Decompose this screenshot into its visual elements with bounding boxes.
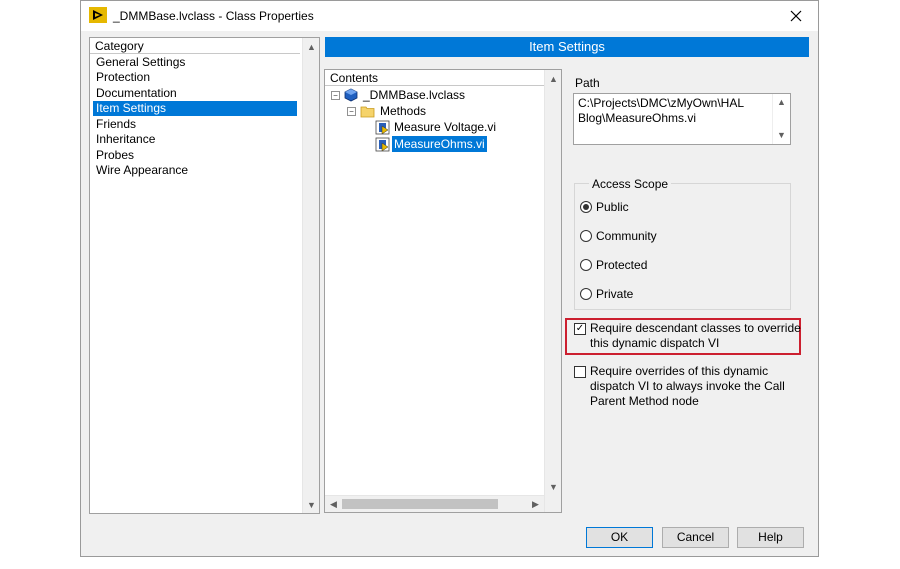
radio-community[interactable]: Community	[580, 229, 657, 243]
path-field[interactable]: C:\Projects\DMC\zMyOwn\HAL Blog\MeasureO…	[573, 93, 791, 145]
category-item-general-settings[interactable]: General Settings	[93, 55, 297, 70]
category-scrollbar[interactable]: ▲ ▼	[302, 38, 319, 513]
help-button[interactable]: Help	[737, 527, 804, 548]
tree-label-measure-voltage: Measure Voltage.vi	[394, 120, 497, 134]
tree-label-methods: Methods	[380, 104, 427, 118]
require-call-parent-label: Require overrides of this dynamic dispat…	[590, 364, 785, 408]
contents-horizontal-scrollbar[interactable]: ◀ ▶	[325, 495, 544, 512]
category-item-wire-appearance[interactable]: Wire Appearance	[93, 163, 297, 178]
radio-protected[interactable]: Protected	[580, 258, 647, 272]
item-settings-title-bar: Item Settings	[325, 37, 809, 57]
radio-button[interactable]	[580, 259, 592, 271]
collapse-toggle[interactable]: −	[331, 90, 340, 100]
tree-row-measure-ohms[interactable]: MeasureOhms.vi	[375, 136, 487, 152]
category-header: Category	[90, 38, 300, 54]
access-scope-title: Access Scope	[589, 177, 672, 191]
radio-label-public: Public	[596, 200, 629, 214]
path-value: C:\Projects\DMC\zMyOwn\HAL Blog\MeasureO…	[578, 96, 744, 125]
chevron-right-icon[interactable]: ▶	[527, 496, 544, 513]
radio-button-checked[interactable]	[580, 201, 592, 213]
category-item-protection[interactable]: Protection	[93, 70, 297, 85]
tree-row-methods[interactable]: − Methods	[347, 103, 428, 119]
require-override-label: Require descendant classes to override t…	[590, 321, 801, 350]
checkbox-checked[interactable]: ✓	[574, 323, 586, 335]
radio-public[interactable]: Public	[580, 200, 629, 214]
path-scrollbar[interactable]: ▲ ▼	[772, 94, 790, 144]
category-item-item-settings[interactable]: Item Settings	[93, 101, 297, 116]
vi-icon	[375, 120, 390, 134]
cancel-button[interactable]: Cancel	[662, 527, 729, 548]
chevron-up-icon[interactable]: ▲	[773, 94, 790, 111]
radio-private[interactable]: Private	[580, 287, 633, 301]
chevron-left-icon[interactable]: ◀	[325, 496, 342, 513]
folder-icon	[360, 106, 375, 117]
contents-header: Contents	[325, 70, 544, 86]
tree-row-measure-voltage[interactable]: Measure Voltage.vi	[375, 119, 498, 135]
tree-row-class[interactable]: − _DMMBase.lvclass	[331, 87, 467, 103]
radio-label-private: Private	[596, 287, 634, 301]
ok-button[interactable]: OK	[586, 527, 653, 548]
scroll-thumb[interactable]	[342, 499, 498, 509]
category-item-inheritance[interactable]: Inheritance	[93, 132, 297, 147]
require-call-parent-checkbox[interactable]: Require overrides of this dynamic dispat…	[574, 364, 790, 409]
radio-label-community: Community	[596, 229, 657, 243]
labview-icon	[89, 7, 107, 23]
category-list[interactable]: Category General Settings Protection Doc…	[89, 37, 320, 514]
chevron-down-icon[interactable]: ▼	[303, 496, 320, 513]
category-item-probes[interactable]: Probes	[93, 148, 297, 163]
tree-label-class: _DMMBase.lvclass	[363, 88, 466, 102]
tree-label-measure-ohms: MeasureOhms.vi	[392, 136, 487, 152]
chevron-up-icon[interactable]: ▲	[545, 70, 562, 87]
contents-tree[interactable]: Contents − _DMMBase.lvclass − Methods Me…	[324, 69, 562, 513]
checkbox-unchecked[interactable]	[574, 366, 586, 378]
close-icon	[790, 10, 802, 22]
chevron-down-icon[interactable]: ▼	[545, 478, 562, 495]
path-label: Path	[575, 76, 600, 90]
chevron-up-icon[interactable]: ▲	[303, 38, 320, 55]
radio-button[interactable]	[580, 288, 592, 300]
vi-icon	[375, 137, 390, 151]
window-title: _DMMBase.lvclass - Class Properties	[113, 9, 314, 23]
require-override-checkbox[interactable]: ✓ Require descendant classes to override…	[574, 321, 805, 351]
class-icon	[344, 88, 358, 102]
category-item-documentation[interactable]: Documentation	[93, 86, 297, 101]
category-item-friends[interactable]: Friends	[93, 117, 297, 132]
radio-label-protected: Protected	[596, 258, 648, 272]
close-button[interactable]	[774, 1, 818, 31]
contents-vertical-scrollbar[interactable]: ▲ ▼	[544, 70, 561, 512]
collapse-toggle[interactable]: −	[347, 106, 356, 116]
chevron-down-icon[interactable]: ▼	[773, 127, 790, 144]
title-bar: _DMMBase.lvclass - Class Properties	[81, 1, 818, 31]
radio-button[interactable]	[580, 230, 592, 242]
